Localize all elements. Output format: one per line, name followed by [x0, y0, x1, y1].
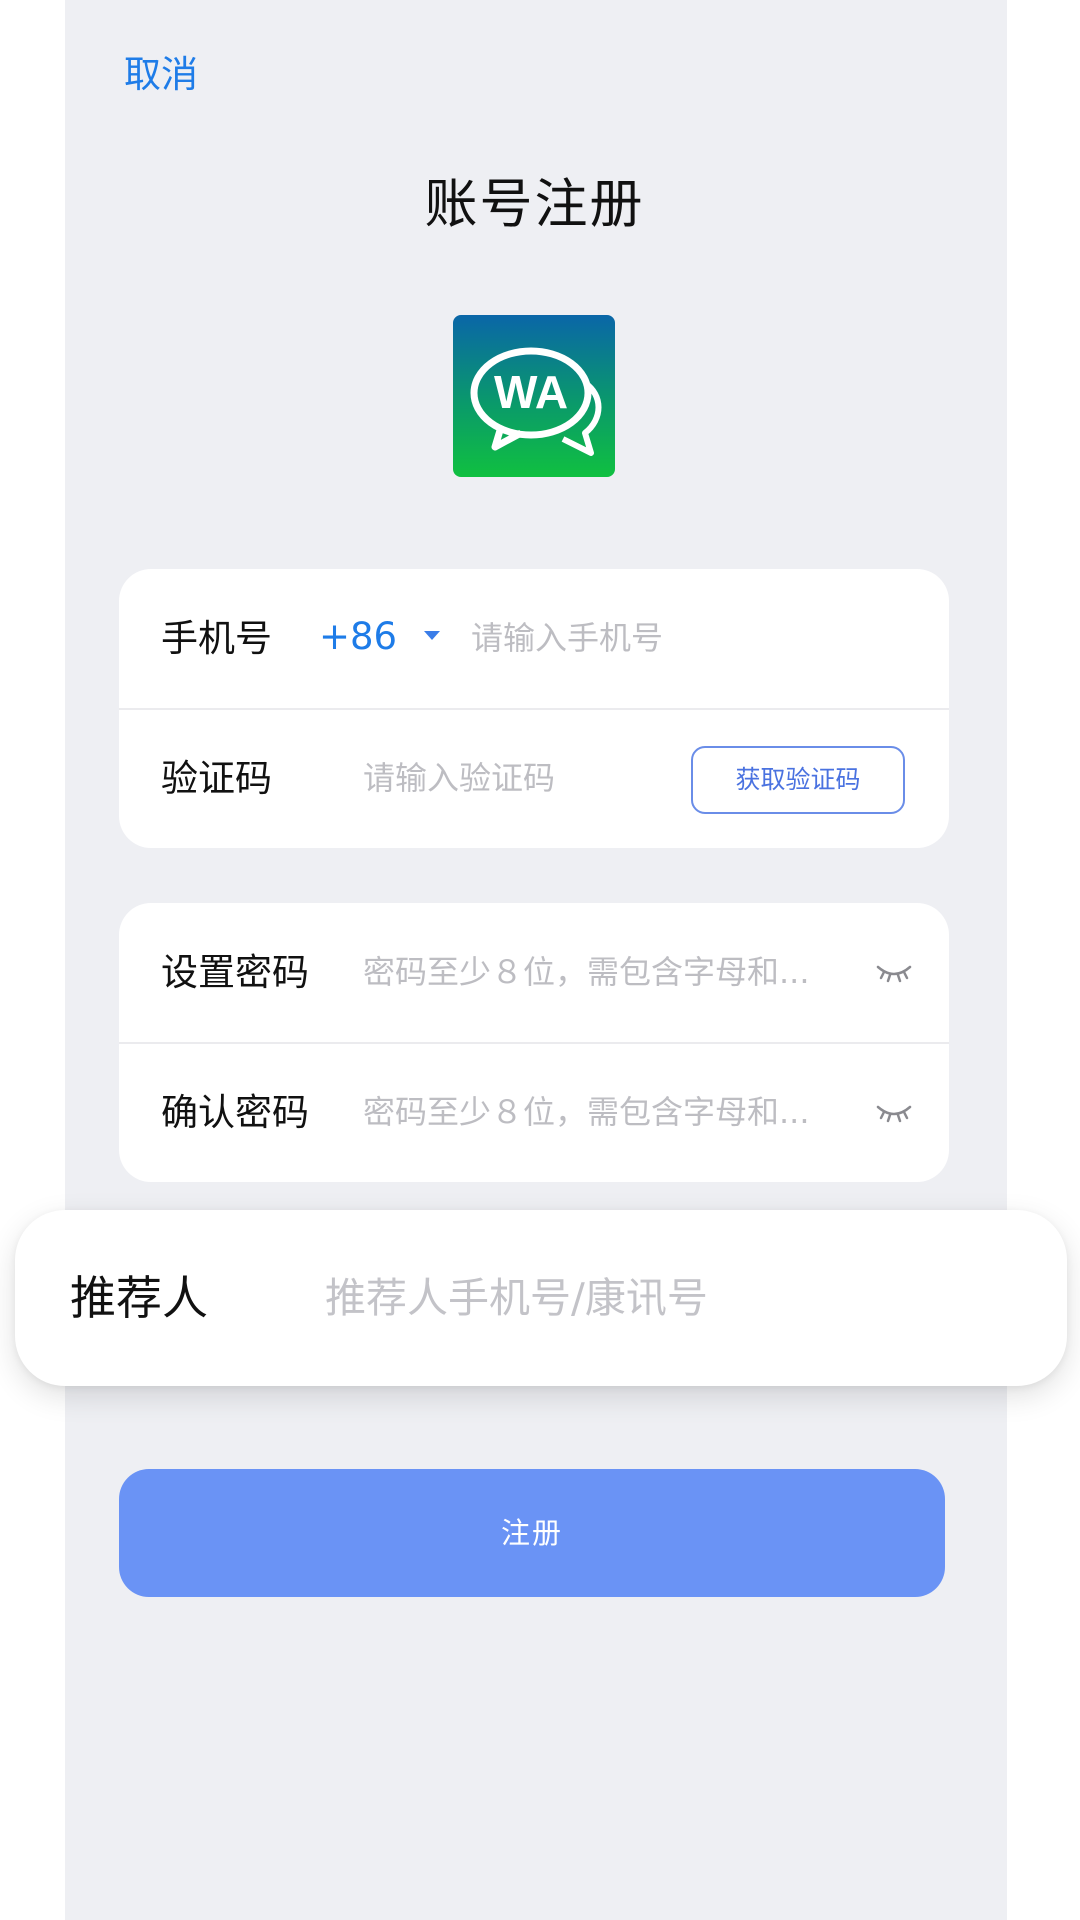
referrer-row: 推荐人 推荐人手机号/康讯号	[15, 1210, 1067, 1386]
code-label: 验证码	[161, 757, 272, 800]
page-title: 账号注册	[424, 174, 645, 235]
country-code-selector[interactable]: +86	[319, 569, 397, 708]
password-label: 设置密码	[161, 951, 309, 994]
app-logo: WA	[453, 315, 615, 477]
chat-bubbles-icon: WA	[470, 347, 602, 456]
phone-label: 手机号	[161, 617, 272, 660]
password-card: 设置密码 密码至少８位，需包含字母和... 确认密码 密码至少８位，需包含字母和…	[119, 903, 949, 1182]
confirm-password-row: 确认密码 密码至少８位，需包含字母和...	[119, 1043, 949, 1182]
code-input[interactable]: 请输入验证码	[363, 709, 663, 848]
referrer-label: 推荐人	[70, 1271, 208, 1325]
phone-row: 手机号 +86 请输入手机号	[119, 569, 949, 708]
confirm-password-input[interactable]: 密码至少８位，需包含字母和...	[363, 1043, 843, 1182]
register-button[interactable]: 注册	[119, 1469, 945, 1597]
confirm-password-label: 确认密码	[161, 1091, 309, 1134]
caret-down-icon[interactable]	[424, 631, 440, 640]
cancel-button[interactable]: 取消	[124, 44, 198, 98]
eye-closed-icon[interactable]	[876, 1101, 912, 1125]
eye-closed-icon[interactable]	[876, 961, 912, 985]
password-input[interactable]: 密码至少８位，需包含字母和...	[363, 903, 843, 1042]
svg-text:WA: WA	[494, 366, 568, 418]
get-code-button[interactable]: 获取验证码	[691, 746, 905, 814]
referrer-input[interactable]: 推荐人手机号/康讯号	[325, 1210, 708, 1386]
phone-input[interactable]: 请输入手机号	[471, 569, 911, 708]
password-row: 设置密码 密码至少８位，需包含字母和...	[119, 903, 949, 1042]
